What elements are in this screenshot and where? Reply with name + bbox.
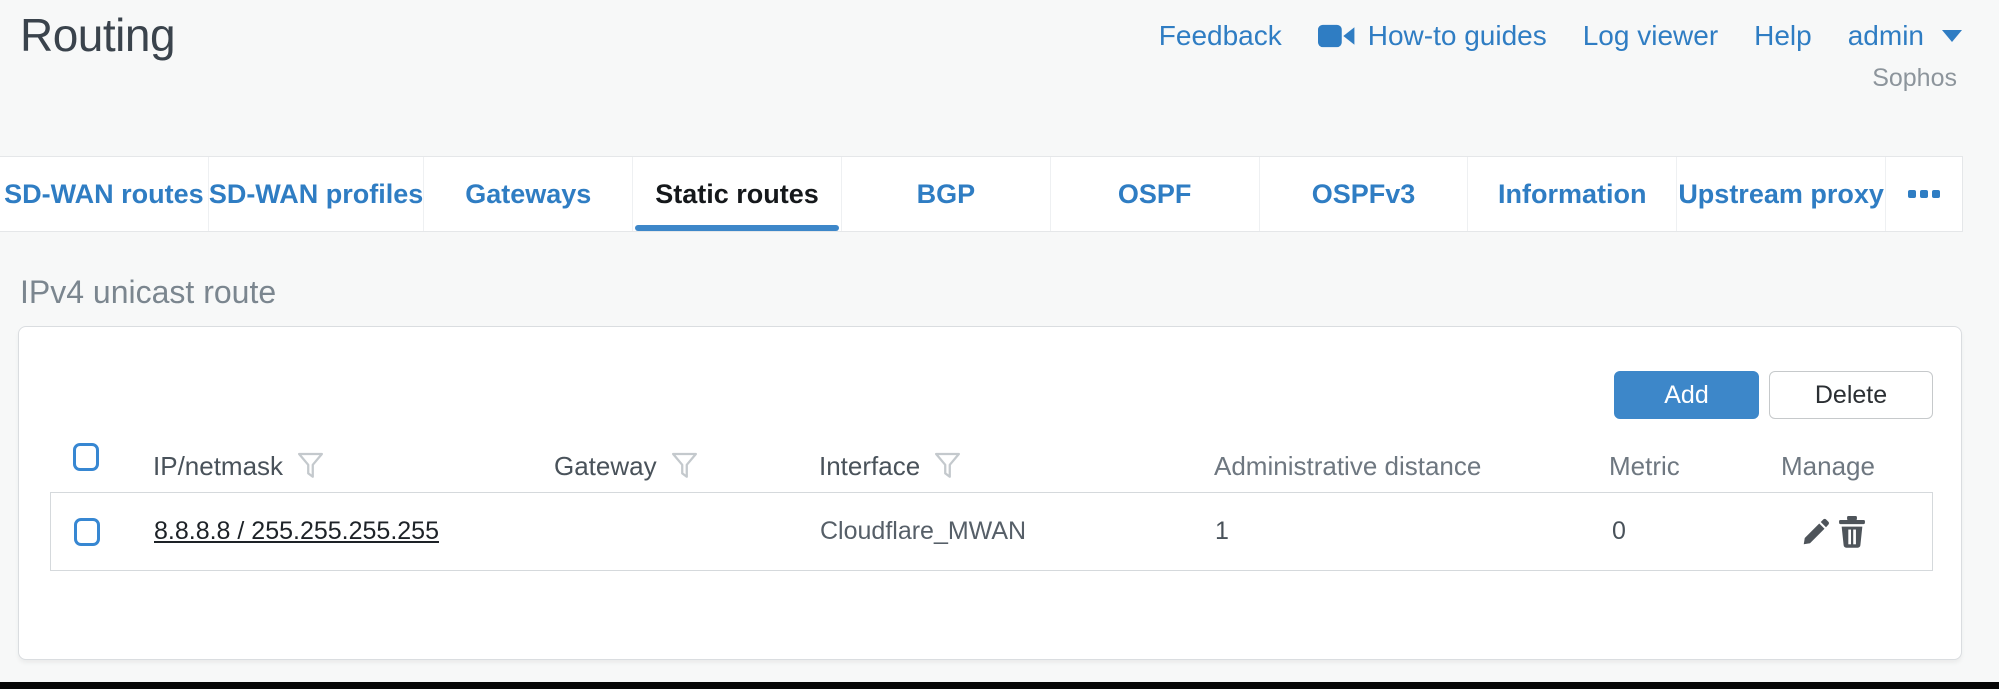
brand-label: Sophos <box>1872 64 1957 93</box>
column-header-ip-netmask[interactable]: IP/netmask <box>153 451 323 482</box>
column-header-interface[interactable]: Interface <box>819 451 960 482</box>
help-link[interactable]: Help <box>1754 20 1812 52</box>
top-nav: Feedback How-to guides Log viewer Help a… <box>1159 20 1962 52</box>
delete-route-button[interactable] <box>1838 493 1866 570</box>
more-tabs-button[interactable] <box>1885 157 1962 231</box>
trash-icon <box>1838 516 1866 548</box>
column-header-manage: Manage <box>1781 451 1875 482</box>
column-label: Metric <box>1609 451 1680 482</box>
feedback-label: Feedback <box>1159 20 1282 52</box>
column-label: Manage <box>1781 451 1875 482</box>
add-button-label: Add <box>1664 381 1708 410</box>
pencil-icon <box>1801 517 1831 547</box>
delete-button-label: Delete <box>1815 381 1887 410</box>
user-label: admin <box>1848 20 1924 52</box>
delete-button[interactable]: Delete <box>1769 371 1933 419</box>
tab-bgp[interactable]: BGP <box>841 157 1050 231</box>
active-tab-underline <box>635 225 839 231</box>
tab-label: Gateways <box>465 179 591 210</box>
help-label: Help <box>1754 20 1812 52</box>
tab-label: SD-WAN profiles <box>209 179 424 210</box>
tab-sdwan-routes[interactable]: SD-WAN routes <box>0 157 208 231</box>
edit-route-button[interactable] <box>1801 493 1831 570</box>
tab-ospf[interactable]: OSPF <box>1050 157 1259 231</box>
tab-bar: SD-WAN routes SD-WAN profiles Gateways S… <box>0 156 1963 232</box>
row-administrative-distance-cell: 1 <box>1215 493 1229 570</box>
tab-label: BGP <box>917 179 976 210</box>
howto-guides-label: How-to guides <box>1368 20 1547 52</box>
ellipsis-icon <box>1908 190 1916 198</box>
tab-label: Information <box>1498 179 1647 210</box>
row-checkbox[interactable] <box>74 518 100 546</box>
log-viewer-link[interactable]: Log viewer <box>1583 20 1718 52</box>
tab-gateways[interactable]: Gateways <box>423 157 632 231</box>
row-checkbox-cell <box>74 493 100 570</box>
row-metric-cell: 0 <box>1612 493 1626 570</box>
column-label: Administrative distance <box>1214 451 1481 482</box>
log-viewer-label: Log viewer <box>1583 20 1718 52</box>
tab-ospfv3[interactable]: OSPFv3 <box>1259 157 1468 231</box>
tab-upstream-proxy[interactable]: Upstream proxy <box>1676 157 1885 231</box>
filter-icon[interactable] <box>672 452 697 481</box>
ellipsis-icon <box>1920 190 1928 198</box>
column-label: Interface <box>819 451 920 482</box>
table-row: 8.8.8.8 / 255.255.255.255 Cloudflare_MWA… <box>50 492 1933 571</box>
row-interface-cell: Cloudflare_MWAN <box>820 493 1026 570</box>
column-header-gateway[interactable]: Gateway <box>554 451 697 482</box>
tab-label: Static routes <box>655 179 819 210</box>
tab-label: Upstream proxy <box>1678 179 1884 210</box>
ellipsis-icon <box>1932 190 1940 198</box>
video-camera-icon <box>1318 23 1356 49</box>
row-ip-netmask-link[interactable]: 8.8.8.8 / 255.255.255.255 <box>154 493 439 570</box>
select-all-checkbox[interactable] <box>73 443 99 471</box>
add-button[interactable]: Add <box>1614 371 1759 419</box>
column-label: IP/netmask <box>153 451 283 482</box>
user-menu[interactable]: admin <box>1848 20 1962 52</box>
tab-label: SD-WAN routes <box>4 179 204 210</box>
bottom-strip <box>0 682 1999 689</box>
routes-card: Add Delete IP/netmask Gateway Interface <box>18 326 1962 660</box>
section-title: IPv4 unicast route <box>20 274 276 311</box>
column-header-administrative-distance: Administrative distance <box>1214 451 1481 482</box>
filter-icon[interactable] <box>935 452 960 481</box>
tab-static-routes[interactable]: Static routes <box>632 157 841 231</box>
chevron-down-icon <box>1942 30 1962 42</box>
routing-page: Routing Feedback How-to guides Log viewe… <box>0 0 1999 689</box>
tab-label: OSPFv3 <box>1312 179 1416 210</box>
feedback-link[interactable]: Feedback <box>1159 20 1282 52</box>
tab-information[interactable]: Information <box>1467 157 1676 231</box>
column-header-metric: Metric <box>1609 451 1680 482</box>
tab-label: OSPF <box>1118 179 1192 210</box>
tab-sdwan-profiles[interactable]: SD-WAN profiles <box>208 157 424 231</box>
filter-icon[interactable] <box>298 452 323 481</box>
howto-guides-link[interactable]: How-to guides <box>1318 20 1547 52</box>
page-title: Routing <box>20 8 175 62</box>
column-label: Gateway <box>554 451 657 482</box>
